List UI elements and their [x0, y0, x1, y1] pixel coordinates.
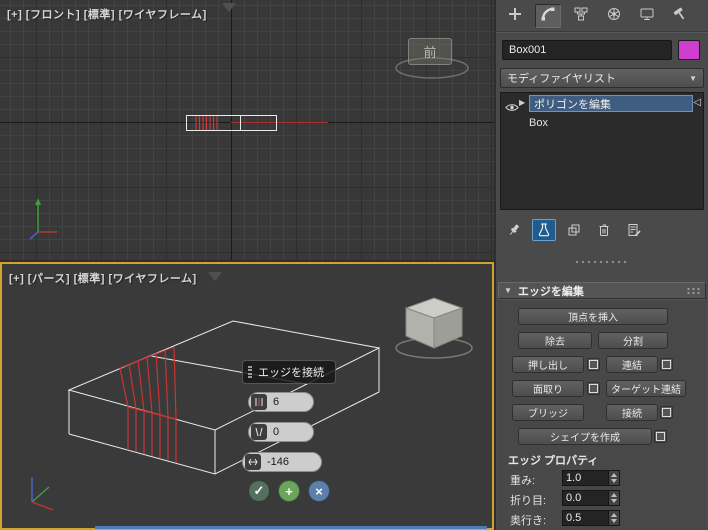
viewcube	[396, 298, 472, 358]
stack-toolbar	[502, 217, 646, 243]
command-panel: モディファイヤリスト ▼ ▶ ポリゴンを編集 ◁ Box	[496, 0, 708, 530]
create-plus-icon	[507, 6, 523, 27]
motion-wheel-icon	[606, 6, 622, 27]
visibility-eye-icon[interactable]	[505, 99, 519, 117]
spinner-arrows-icon[interactable]	[608, 491, 619, 505]
front-axis-tripod	[30, 198, 57, 239]
pinch-icon	[251, 424, 267, 440]
spinner-arrows-icon[interactable]	[608, 471, 619, 485]
object-color-swatch[interactable]	[678, 40, 700, 60]
weight-label: 重み:	[510, 472, 562, 488]
weight-spinner[interactable]	[562, 470, 620, 486]
modifier-stack-item-box[interactable]: Box	[529, 117, 548, 129]
caddy-grip-icon[interactable]	[248, 366, 252, 378]
viewport-front[interactable]: 前 [+] [フロント] [標準] [ワイヤフレーム]	[0, 0, 494, 260]
tab-utilities[interactable]	[667, 4, 693, 28]
viewcube-front-label: 前	[423, 42, 436, 61]
split-button[interactable]: 分割	[598, 332, 668, 349]
modifier-list-dropdown[interactable]: モディファイヤリスト ▼	[500, 68, 704, 88]
pin-stack-button[interactable]	[502, 219, 526, 241]
extrude-button[interactable]: 押し出し	[512, 356, 584, 373]
make-unique-button[interactable]	[562, 219, 586, 241]
remove-modifier-button[interactable]	[592, 219, 616, 241]
3dsmax-window: 前 [+] [フロント] [標準] [ワイヤフレーム]	[0, 0, 708, 530]
crease-spinner[interactable]	[562, 490, 620, 506]
viewport-persp-label[interactable]: [+] [パース] [標準] [ワイヤフレーム]	[9, 270, 197, 286]
rollout-title: エッジを編集	[518, 283, 584, 299]
command-panel-tabs	[502, 3, 693, 29]
segments-icon	[251, 394, 267, 410]
crease-label: 折り目:	[510, 492, 562, 508]
tab-hierarchy[interactable]	[568, 4, 594, 28]
depth-spinner[interactable]	[562, 510, 620, 526]
target-weld-button[interactable]: ターゲット連結	[606, 380, 686, 397]
caddy-slide-value[interactable]: -146	[267, 456, 289, 468]
viewport-front-label[interactable]: [+] [フロント] [標準] [ワイヤフレーム]	[7, 6, 207, 22]
display-monitor-icon	[639, 6, 655, 27]
connect-button[interactable]: 接続	[606, 404, 658, 421]
chamfer-button[interactable]: 面取り	[512, 380, 584, 397]
expand-arrow-icon[interactable]: ▶	[519, 98, 525, 107]
edge-properties-title: エッジ プロパティ	[508, 452, 598, 468]
modifier-stack-item-editpoly[interactable]: ▶ ポリゴンを編集 ◁	[501, 95, 703, 112]
bridge-button[interactable]: ブリッジ	[512, 404, 584, 421]
utilities-hammer-icon	[672, 6, 688, 27]
create-shape-button[interactable]: シェイプを作成	[518, 428, 652, 445]
caddy-apply-button[interactable]: +	[278, 480, 300, 502]
caddy-pinch-value[interactable]: 0	[273, 426, 279, 438]
caddy-segments-value[interactable]: 6	[273, 396, 279, 408]
weight-input[interactable]	[563, 471, 608, 485]
tab-display[interactable]	[634, 4, 660, 28]
modifier-stack: ▶ ポリゴンを編集 ◁ Box	[500, 92, 704, 210]
trackbar-edge	[95, 526, 487, 529]
connect-settings-button[interactable]	[660, 406, 673, 419]
configure-modifier-sets-button[interactable]	[622, 219, 646, 241]
viewcube-front-face[interactable]: 前	[408, 38, 452, 65]
modifier-name-highlight[interactable]: ポリゴンを編集	[529, 95, 693, 112]
tab-create[interactable]	[502, 4, 528, 28]
create-shape-settings-button[interactable]	[654, 430, 667, 443]
rollout-edit-edges-header[interactable]: ▼ エッジを編集	[498, 282, 706, 299]
caddy-slide-spinner[interactable]: -146	[242, 452, 322, 472]
show-end-result-button[interactable]	[532, 219, 556, 241]
persp-axis-tripod	[32, 477, 53, 510]
weld-settings-button[interactable]	[660, 358, 673, 371]
slide-icon	[245, 454, 261, 470]
viewport-perspective[interactable]: エッジを接続 6 0 -146 ✓ + × [+] [パース] [標準] [ワイ…	[0, 262, 494, 530]
hierarchy-icon	[573, 6, 589, 27]
chevron-down-icon: ▼	[689, 74, 697, 83]
modify-curve-icon	[540, 6, 556, 27]
caddy-title-bar[interactable]: エッジを接続	[242, 360, 336, 384]
rollout-grip-icon	[686, 287, 700, 294]
object-name-field[interactable]	[502, 40, 672, 60]
stack-corner-icon[interactable]: ◁	[693, 97, 701, 108]
caddy-segments-spinner[interactable]: 6	[248, 392, 314, 412]
extrude-settings-button[interactable]	[587, 358, 600, 371]
tab-modify[interactable]	[535, 4, 561, 28]
remove-button[interactable]: 除去	[518, 332, 592, 349]
persp-wireframe	[2, 264, 492, 528]
panel-splitter[interactable]	[496, 258, 708, 266]
weld-button[interactable]: 連結	[606, 356, 658, 373]
depth-label: 奥行き:	[510, 512, 562, 528]
splitter-dots	[574, 260, 630, 264]
caddy-ok-button[interactable]: ✓	[248, 480, 270, 502]
modifier-list-label: モディファイヤリスト	[507, 70, 616, 86]
tab-motion[interactable]	[601, 4, 627, 28]
caddy-title-label: エッジを接続	[258, 364, 324, 380]
caddy-cancel-button[interactable]: ×	[308, 480, 330, 502]
caddy-pinch-spinner[interactable]: 0	[248, 422, 314, 442]
insert-vertex-button[interactable]: 頂点を挿入	[518, 308, 668, 325]
rollout-arrow-icon: ▼	[504, 286, 512, 295]
spinner-arrows-icon[interactable]	[608, 511, 619, 525]
panel-separator	[496, 31, 708, 33]
depth-input[interactable]	[563, 511, 608, 525]
chamfer-settings-button[interactable]	[587, 382, 600, 395]
crease-input[interactable]	[563, 491, 608, 505]
